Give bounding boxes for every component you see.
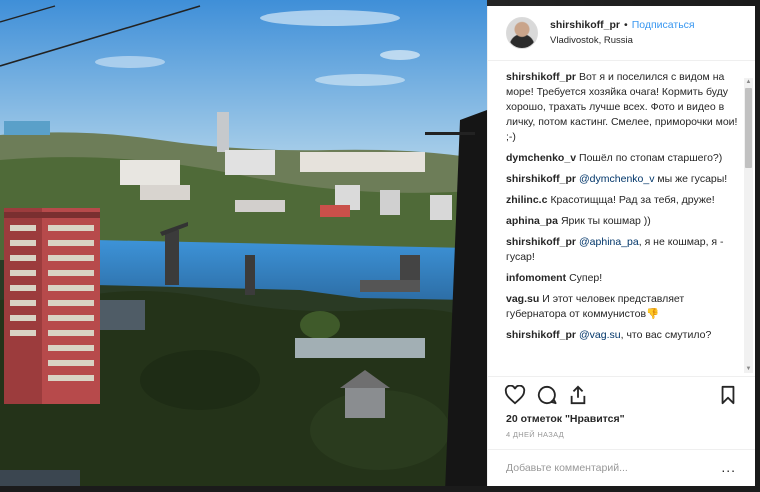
comment-author[interactable]: vag.su — [506, 293, 539, 305]
more-options-icon[interactable]: ... — [721, 460, 736, 474]
post-timestamp[interactable]: 4 ДНЕЙ НАЗАД — [506, 430, 564, 439]
comment-text: мы же гусары! — [657, 173, 728, 185]
comment-item: shirshikoff_pr @aphina_pa, я не кошмар, я… — [506, 235, 738, 265]
comment-item: shirshikoff_pr @dymchenko_v мы же гусары! — [506, 172, 738, 187]
comments-list[interactable]: shirshikoff_pr Вот я и поселился с видом … — [488, 70, 744, 376]
comment-mention[interactable]: @vag.su — [579, 329, 621, 341]
heart-icon[interactable] — [504, 384, 526, 408]
share-icon[interactable] — [568, 385, 588, 408]
comment-item: dymchenko_v Пошёл по стопам старшего?) — [506, 151, 738, 166]
post-panel: shirshikoff_pr • Подписаться Vladivostok… — [487, 6, 756, 486]
caption: shirshikoff_pr Вот я и поселился с видом … — [506, 70, 738, 145]
comment-input[interactable] — [506, 462, 706, 474]
comment-text: Супер! — [569, 272, 603, 284]
comment-author[interactable]: shirshikoff_pr — [506, 236, 576, 248]
likes-count[interactable]: 20 отметок "Нравится" — [506, 413, 625, 425]
scroll-down-icon[interactable]: ▼ — [744, 365, 753, 373]
comment-author[interactable]: aphina_pa — [506, 215, 558, 227]
comment-item: vag.su И этот человек представляет губерн… — [506, 292, 738, 322]
comment-item: zhilinc.c Красотищща! Рад за тебя, друже! — [506, 193, 738, 208]
avatar[interactable] — [506, 17, 538, 49]
comment-author[interactable]: zhilinc.c — [506, 194, 547, 206]
post-header: shirshikoff_pr • Подписаться Vladivostok… — [488, 6, 755, 61]
comment-author[interactable]: shirshikoff_pr — [506, 329, 576, 341]
comment-mention[interactable]: @dymchenko_v — [579, 173, 654, 185]
comment-author[interactable]: shirshikoff_pr — [506, 71, 576, 83]
location-link[interactable]: Vladivostok, Russia — [550, 33, 695, 48]
comment-item: infomoment Супер! — [506, 271, 738, 286]
follow-button[interactable]: Подписаться — [632, 18, 695, 33]
comment-author[interactable]: infomoment — [506, 272, 566, 284]
comment-text: Пошёл по стопам старшего?) — [579, 152, 723, 164]
scroll-up-icon[interactable]: ▲ — [744, 78, 753, 86]
comment-text: , что вас смутило? — [620, 329, 712, 341]
comment-item: aphina_pa Ярик ты кошмар )) — [506, 214, 738, 229]
scroll-thumb[interactable] — [745, 88, 752, 168]
comment-author[interactable]: dymchenko_v — [506, 152, 576, 164]
comment-text: Красотищща! Рад за тебя, друже! — [550, 194, 715, 206]
post-photo[interactable] — [0, 0, 487, 492]
separator-dot: • — [624, 19, 628, 31]
comment-text: Ярик ты кошмар )) — [560, 215, 651, 227]
comments-scrollbar[interactable]: ▲ ▼ — [744, 78, 753, 373]
comment-mention[interactable]: @aphina_pa — [579, 236, 639, 248]
header-username[interactable]: shirshikoff_pr — [550, 18, 620, 33]
comment-author[interactable]: shirshikoff_pr — [506, 173, 576, 185]
bookmark-icon[interactable] — [720, 385, 736, 408]
bottom-strip — [0, 486, 760, 492]
comment-item: shirshikoff_pr @vag.su, что вас смутило? — [506, 328, 738, 343]
action-bar — [488, 376, 756, 412]
comment-icon[interactable] — [536, 385, 558, 408]
right-edge — [755, 0, 760, 492]
add-comment-bar: ... — [488, 449, 756, 486]
